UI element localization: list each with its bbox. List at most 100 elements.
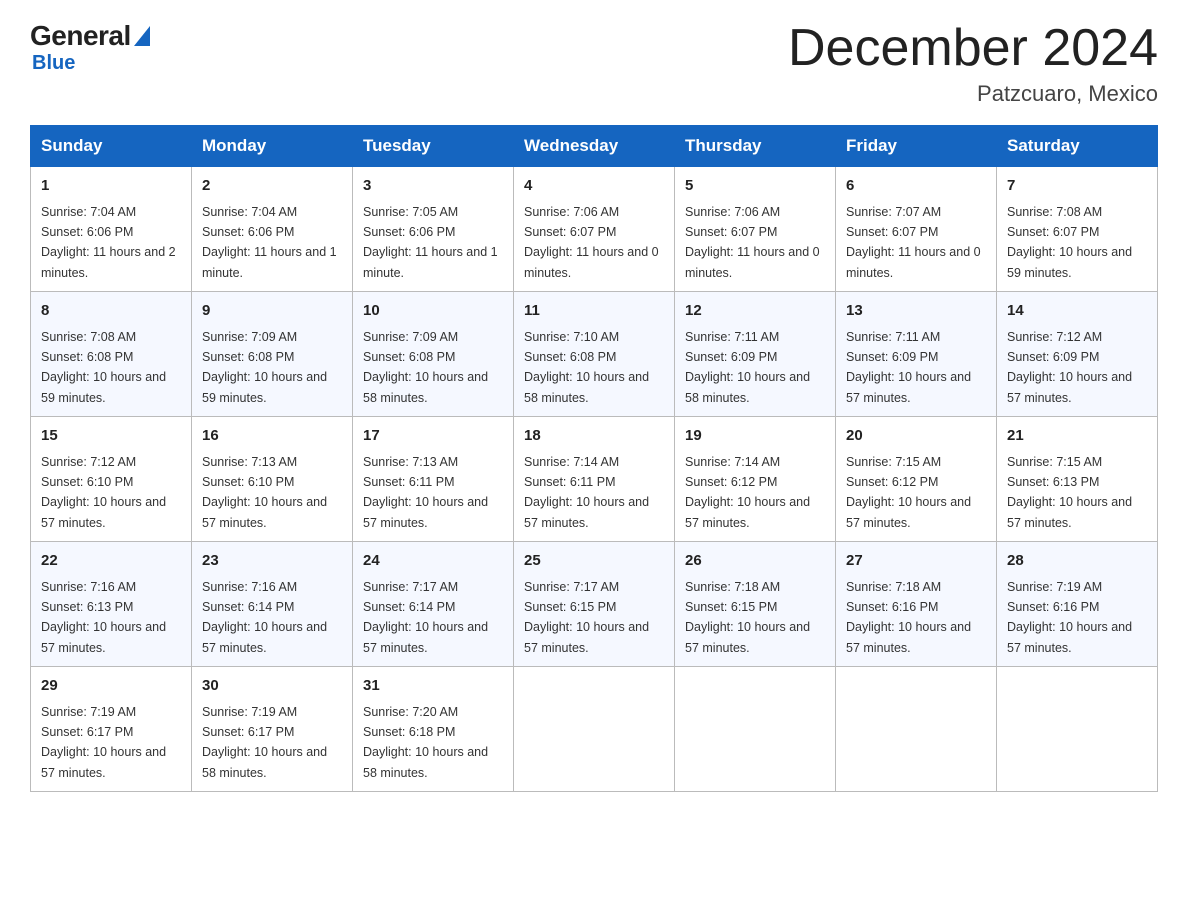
day-info: Sunrise: 7:18 AMSunset: 6:15 PMDaylight:…: [685, 580, 810, 655]
day-number: 4: [524, 175, 664, 198]
calendar-cell: 11 Sunrise: 7:10 AMSunset: 6:08 PMDaylig…: [514, 292, 675, 417]
calendar-week-row: 8 Sunrise: 7:08 AMSunset: 6:08 PMDayligh…: [31, 292, 1158, 417]
day-info: Sunrise: 7:16 AMSunset: 6:13 PMDaylight:…: [41, 580, 166, 655]
calendar-cell: 2 Sunrise: 7:04 AMSunset: 6:06 PMDayligh…: [192, 167, 353, 292]
calendar-cell: 30 Sunrise: 7:19 AMSunset: 6:17 PMDaylig…: [192, 667, 353, 792]
day-number: 23: [202, 550, 342, 573]
day-info: Sunrise: 7:06 AMSunset: 6:07 PMDaylight:…: [524, 205, 659, 280]
logo: General Blue: [30, 20, 150, 75]
day-info: Sunrise: 7:11 AMSunset: 6:09 PMDaylight:…: [846, 330, 971, 405]
calendar-cell: 13 Sunrise: 7:11 AMSunset: 6:09 PMDaylig…: [836, 292, 997, 417]
day-number: 11: [524, 300, 664, 323]
calendar-cell: 17 Sunrise: 7:13 AMSunset: 6:11 PMDaylig…: [353, 417, 514, 542]
calendar-cell: 27 Sunrise: 7:18 AMSunset: 6:16 PMDaylig…: [836, 542, 997, 667]
day-info: Sunrise: 7:04 AMSunset: 6:06 PMDaylight:…: [202, 205, 337, 280]
calendar-cell: 20 Sunrise: 7:15 AMSunset: 6:12 PMDaylig…: [836, 417, 997, 542]
day-number: 30: [202, 675, 342, 698]
calendar-week-row: 1 Sunrise: 7:04 AMSunset: 6:06 PMDayligh…: [31, 167, 1158, 292]
day-number: 19: [685, 425, 825, 448]
day-info: Sunrise: 7:13 AMSunset: 6:11 PMDaylight:…: [363, 455, 488, 530]
day-info: Sunrise: 7:07 AMSunset: 6:07 PMDaylight:…: [846, 205, 981, 280]
day-number: 26: [685, 550, 825, 573]
calendar-cell: 29 Sunrise: 7:19 AMSunset: 6:17 PMDaylig…: [31, 667, 192, 792]
calendar-cell: 21 Sunrise: 7:15 AMSunset: 6:13 PMDaylig…: [997, 417, 1158, 542]
calendar-cell: [836, 667, 997, 792]
calendar-cell: 8 Sunrise: 7:08 AMSunset: 6:08 PMDayligh…: [31, 292, 192, 417]
calendar-cell: 12 Sunrise: 7:11 AMSunset: 6:09 PMDaylig…: [675, 292, 836, 417]
day-number: 8: [41, 300, 181, 323]
calendar-cell: 22 Sunrise: 7:16 AMSunset: 6:13 PMDaylig…: [31, 542, 192, 667]
day-number: 20: [846, 425, 986, 448]
day-info: Sunrise: 7:16 AMSunset: 6:14 PMDaylight:…: [202, 580, 327, 655]
logo-text-blue: Blue: [32, 52, 75, 74]
location-title: Patzcuaro, Mexico: [788, 81, 1158, 107]
day-number: 17: [363, 425, 503, 448]
day-info: Sunrise: 7:19 AMSunset: 6:17 PMDaylight:…: [41, 705, 166, 780]
calendar-cell: 5 Sunrise: 7:06 AMSunset: 6:07 PMDayligh…: [675, 167, 836, 292]
day-number: 22: [41, 550, 181, 573]
col-header-monday: Monday: [192, 126, 353, 167]
col-header-saturday: Saturday: [997, 126, 1158, 167]
day-info: Sunrise: 7:15 AMSunset: 6:12 PMDaylight:…: [846, 455, 971, 530]
day-info: Sunrise: 7:14 AMSunset: 6:11 PMDaylight:…: [524, 455, 649, 530]
calendar-cell: 10 Sunrise: 7:09 AMSunset: 6:08 PMDaylig…: [353, 292, 514, 417]
day-info: Sunrise: 7:04 AMSunset: 6:06 PMDaylight:…: [41, 205, 176, 280]
day-number: 2: [202, 175, 342, 198]
col-header-wednesday: Wednesday: [514, 126, 675, 167]
day-info: Sunrise: 7:17 AMSunset: 6:14 PMDaylight:…: [363, 580, 488, 655]
calendar-cell: 28 Sunrise: 7:19 AMSunset: 6:16 PMDaylig…: [997, 542, 1158, 667]
logo-text-general: General: [30, 20, 131, 52]
day-number: 10: [363, 300, 503, 323]
calendar-cell: 16 Sunrise: 7:13 AMSunset: 6:10 PMDaylig…: [192, 417, 353, 542]
calendar-cell: 24 Sunrise: 7:17 AMSunset: 6:14 PMDaylig…: [353, 542, 514, 667]
day-number: 24: [363, 550, 503, 573]
day-number: 12: [685, 300, 825, 323]
day-number: 9: [202, 300, 342, 323]
calendar-cell: [514, 667, 675, 792]
calendar-cell: 19 Sunrise: 7:14 AMSunset: 6:12 PMDaylig…: [675, 417, 836, 542]
day-number: 13: [846, 300, 986, 323]
day-number: 6: [846, 175, 986, 198]
day-number: 5: [685, 175, 825, 198]
day-info: Sunrise: 7:19 AMSunset: 6:16 PMDaylight:…: [1007, 580, 1132, 655]
calendar-cell: 3 Sunrise: 7:05 AMSunset: 6:06 PMDayligh…: [353, 167, 514, 292]
day-number: 21: [1007, 425, 1147, 448]
calendar-cell: [675, 667, 836, 792]
calendar-cell: [997, 667, 1158, 792]
calendar-week-row: 15 Sunrise: 7:12 AMSunset: 6:10 PMDaylig…: [31, 417, 1158, 542]
calendar-cell: 14 Sunrise: 7:12 AMSunset: 6:09 PMDaylig…: [997, 292, 1158, 417]
calendar-cell: 18 Sunrise: 7:14 AMSunset: 6:11 PMDaylig…: [514, 417, 675, 542]
day-info: Sunrise: 7:13 AMSunset: 6:10 PMDaylight:…: [202, 455, 327, 530]
day-info: Sunrise: 7:15 AMSunset: 6:13 PMDaylight:…: [1007, 455, 1132, 530]
calendar-cell: 6 Sunrise: 7:07 AMSunset: 6:07 PMDayligh…: [836, 167, 997, 292]
day-info: Sunrise: 7:19 AMSunset: 6:17 PMDaylight:…: [202, 705, 327, 780]
col-header-thursday: Thursday: [675, 126, 836, 167]
day-info: Sunrise: 7:12 AMSunset: 6:09 PMDaylight:…: [1007, 330, 1132, 405]
day-number: 7: [1007, 175, 1147, 198]
day-info: Sunrise: 7:09 AMSunset: 6:08 PMDaylight:…: [202, 330, 327, 405]
calendar-table: SundayMondayTuesdayWednesdayThursdayFrid…: [30, 125, 1158, 792]
day-info: Sunrise: 7:08 AMSunset: 6:07 PMDaylight:…: [1007, 205, 1132, 280]
day-info: Sunrise: 7:14 AMSunset: 6:12 PMDaylight:…: [685, 455, 810, 530]
day-number: 16: [202, 425, 342, 448]
calendar-cell: 15 Sunrise: 7:12 AMSunset: 6:10 PMDaylig…: [31, 417, 192, 542]
day-number: 18: [524, 425, 664, 448]
day-number: 3: [363, 175, 503, 198]
day-number: 27: [846, 550, 986, 573]
day-info: Sunrise: 7:17 AMSunset: 6:15 PMDaylight:…: [524, 580, 649, 655]
day-info: Sunrise: 7:18 AMSunset: 6:16 PMDaylight:…: [846, 580, 971, 655]
day-number: 31: [363, 675, 503, 698]
day-number: 14: [1007, 300, 1147, 323]
day-info: Sunrise: 7:08 AMSunset: 6:08 PMDaylight:…: [41, 330, 166, 405]
header-right: December 2024 Patzcuaro, Mexico: [788, 20, 1158, 107]
day-number: 25: [524, 550, 664, 573]
calendar-week-row: 22 Sunrise: 7:16 AMSunset: 6:13 PMDaylig…: [31, 542, 1158, 667]
calendar-cell: 1 Sunrise: 7:04 AMSunset: 6:06 PMDayligh…: [31, 167, 192, 292]
calendar-week-row: 29 Sunrise: 7:19 AMSunset: 6:17 PMDaylig…: [31, 667, 1158, 792]
calendar-cell: 23 Sunrise: 7:16 AMSunset: 6:14 PMDaylig…: [192, 542, 353, 667]
day-info: Sunrise: 7:11 AMSunset: 6:09 PMDaylight:…: [685, 330, 810, 405]
day-number: 15: [41, 425, 181, 448]
calendar-cell: 4 Sunrise: 7:06 AMSunset: 6:07 PMDayligh…: [514, 167, 675, 292]
day-info: Sunrise: 7:05 AMSunset: 6:06 PMDaylight:…: [363, 205, 498, 280]
logo-triangle-icon: [134, 26, 150, 46]
